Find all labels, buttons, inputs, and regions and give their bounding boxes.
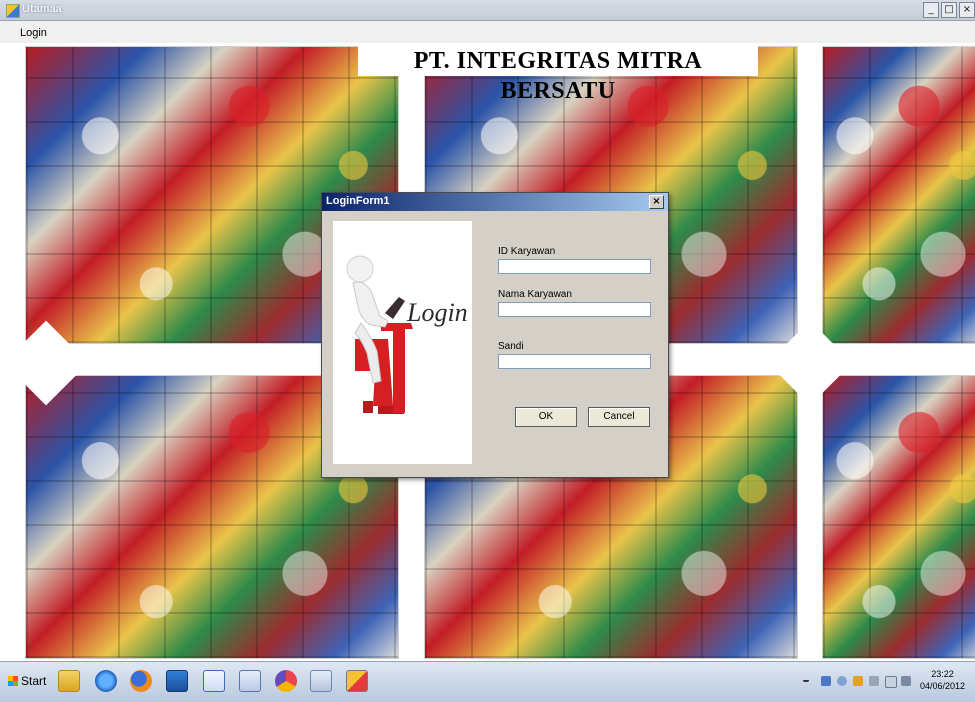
app-icon: [6, 4, 20, 18]
cancel-button[interactable]: Cancel: [588, 407, 650, 427]
ok-button[interactable]: OK: [515, 407, 577, 427]
maximize-button[interactable]: □: [941, 2, 957, 18]
word-icon[interactable]: [203, 670, 225, 692]
system-tray: 23:22 04/06/2012: [795, 662, 975, 702]
show-hidden-icons-icon[interactable]: [803, 676, 809, 682]
login-picture-caption: Login !: [406, 298, 472, 327]
network-icon[interactable]: [310, 670, 332, 692]
window-titlebar: Utamaa _ □ ×: [0, 0, 975, 21]
tray-app-icon[interactable]: [853, 676, 863, 686]
background-collage-image: [822, 375, 975, 659]
background-collage-image: [822, 46, 975, 344]
sandi-label: Sandi: [498, 341, 524, 352]
network-status-icon[interactable]: [885, 676, 897, 688]
tray-app-icon[interactable]: [821, 676, 831, 686]
sandi-input[interactable]: [498, 354, 651, 369]
login-illustration: Login !: [333, 221, 483, 464]
folder-icon[interactable]: [58, 670, 80, 692]
login-dialog-close-button[interactable]: ×: [649, 195, 664, 209]
minimize-button[interactable]: _: [923, 2, 939, 18]
clock-date: 04/06/2012: [919, 681, 965, 691]
nama-karyawan-label: Nama Karyawan: [498, 289, 572, 300]
window-controls: _ □ ×: [921, 2, 975, 18]
menu-bar: Login: [0, 21, 975, 43]
start-label: Start: [21, 674, 47, 688]
nama-karyawan-input[interactable]: [498, 302, 651, 317]
login-dialog-title: LoginForm1: [326, 195, 390, 207]
start-button[interactable]: Start: [8, 674, 46, 688]
id-karyawan-input[interactable]: [498, 259, 651, 274]
login-person-icon: Login !: [346, 255, 483, 414]
clock-time: 23:22: [931, 669, 954, 679]
windows-flag-icon: [8, 676, 18, 686]
ie-icon[interactable]: [95, 670, 117, 692]
paint-icon[interactable]: [239, 670, 261, 692]
tray-app-icon[interactable]: [869, 676, 879, 686]
window-title: Utamaa: [22, 3, 62, 15]
login-dialog-titlebar: LoginForm1 ×: [322, 193, 668, 211]
visual-studio-icon[interactable]: [275, 670, 297, 692]
menu-item-login[interactable]: Login: [20, 27, 47, 39]
app-form-icon[interactable]: [346, 670, 368, 692]
close-button[interactable]: ×: [959, 2, 975, 18]
taskbar: Start 23:22 04/06/2012: [0, 661, 975, 702]
outlook-icon[interactable]: [166, 670, 188, 692]
firefox-icon[interactable]: [130, 670, 152, 692]
company-name-banner: PT. INTEGRITAS MITRA BERSATU: [358, 46, 758, 104]
taskbar-clock[interactable]: 23:22 04/06/2012: [920, 668, 965, 692]
id-karyawan-label: ID Karyawan: [498, 246, 556, 257]
tray-app-icon[interactable]: [837, 676, 847, 686]
volume-icon[interactable]: [901, 676, 911, 686]
login-dialog: LoginForm1 × Login ! ID Karyawan Nama Ka…: [321, 192, 669, 478]
